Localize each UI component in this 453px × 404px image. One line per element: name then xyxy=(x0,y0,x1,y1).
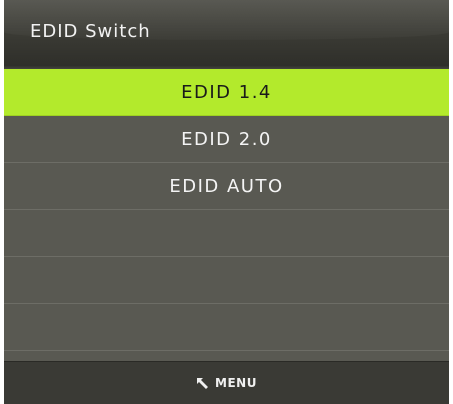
menu-back-button[interactable]: MENU xyxy=(4,362,449,404)
osd-header: EDID Switch xyxy=(4,0,449,65)
menu-item-edid-2-0[interactable]: EDID 2.0 xyxy=(4,116,449,163)
edid-option-list: EDID 1.4 EDID 2.0 EDID AUTO xyxy=(4,69,449,351)
menu-item-edid-auto[interactable]: EDID AUTO xyxy=(4,163,449,210)
menu-label: MENU xyxy=(215,376,257,390)
menu-item-empty xyxy=(4,304,449,351)
osd-footer: MENU xyxy=(4,361,449,404)
menu-item-empty xyxy=(4,210,449,257)
edid-switch-panel: EDID Switch EDID 1.4 EDID 2.0 EDID AUTO … xyxy=(4,0,449,404)
menu-item-edid-1-4[interactable]: EDID 1.4 xyxy=(4,69,449,116)
return-arrow-icon xyxy=(197,378,209,389)
page-title: EDID Switch xyxy=(30,21,151,42)
menu-item-empty xyxy=(4,257,449,304)
